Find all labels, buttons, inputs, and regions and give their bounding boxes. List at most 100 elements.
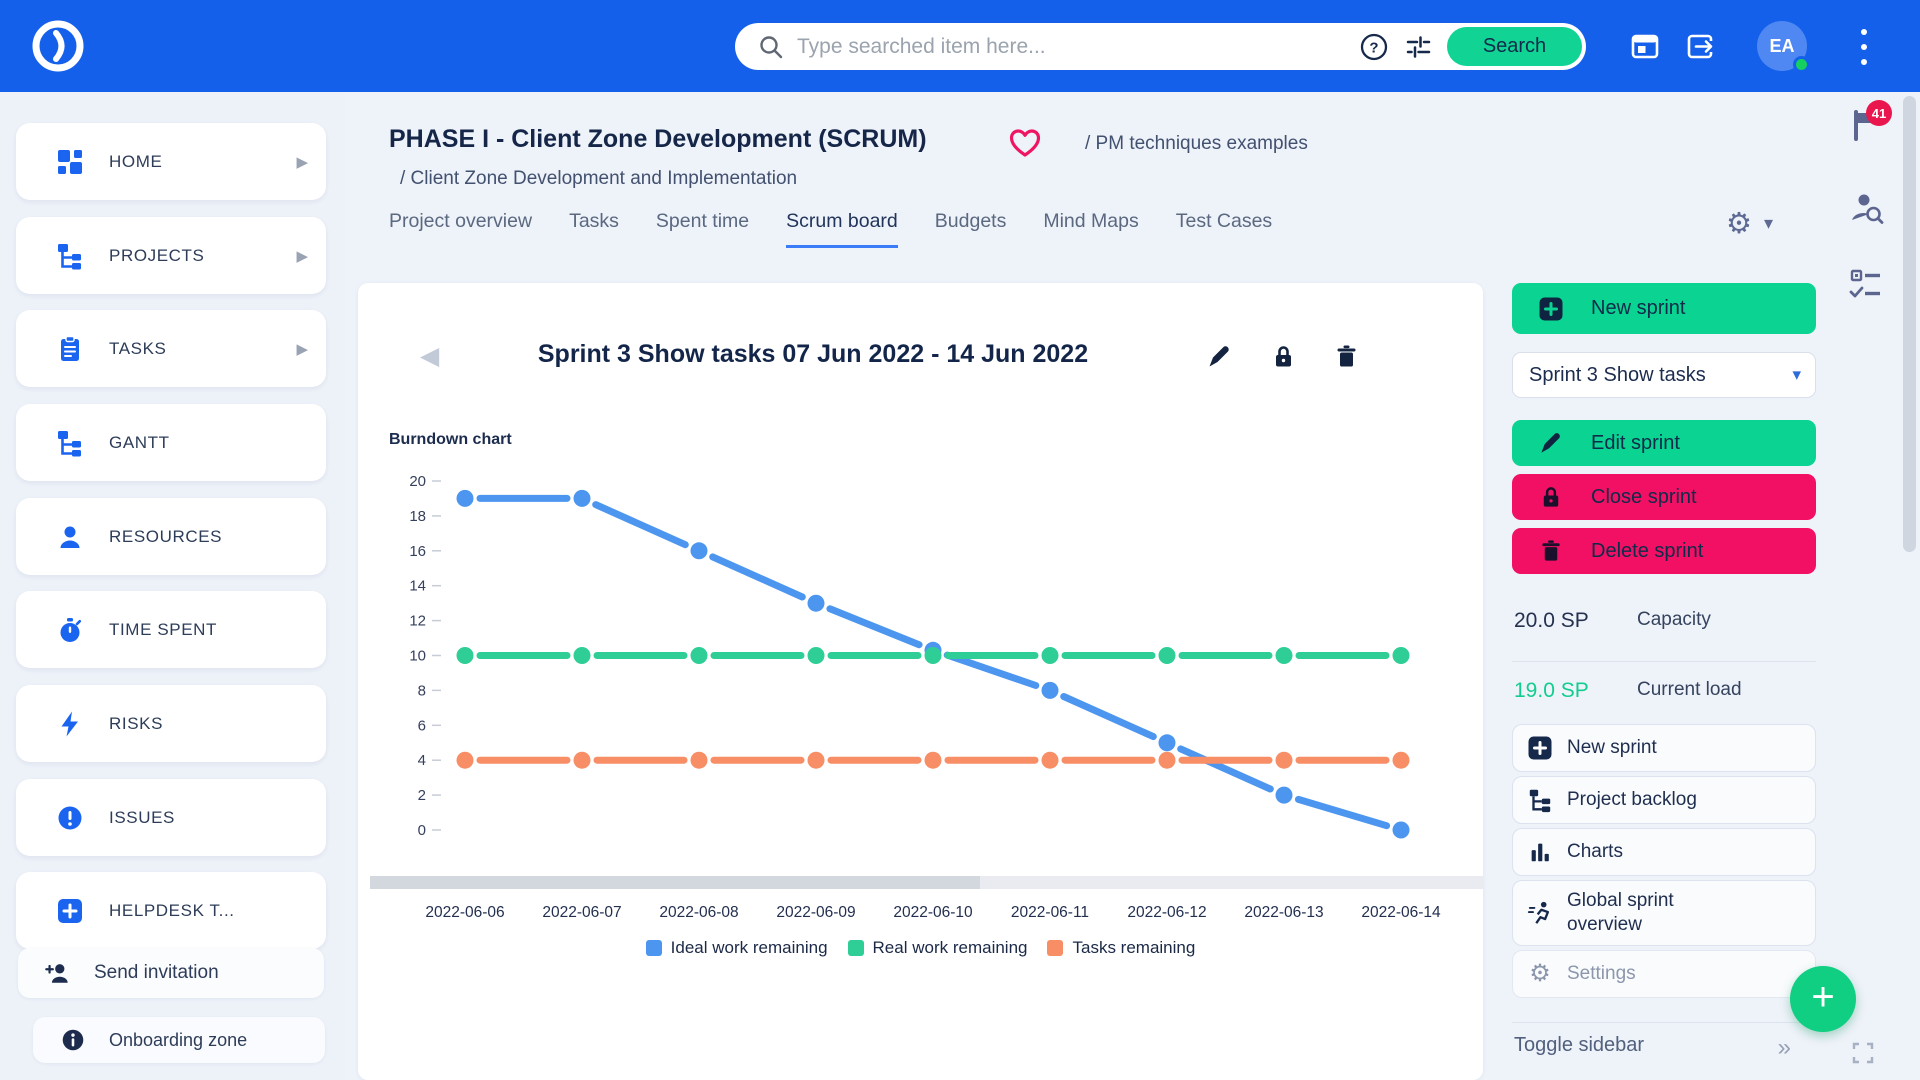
- vertical-scrollbar[interactable]: [1903, 96, 1916, 552]
- capacity-label: Capacity: [1637, 609, 1711, 631]
- current-load-row: 19.0 SP Current load: [1514, 679, 1816, 703]
- search-button[interactable]: Search: [1447, 27, 1582, 66]
- tab-scrum-board[interactable]: Scrum board: [786, 210, 898, 248]
- clipboard-icon: [56, 335, 84, 363]
- sidebar-item-gantt[interactable]: GANTT: [16, 404, 326, 481]
- sidebar-item-projects[interactable]: PROJECTS▶: [16, 217, 326, 294]
- info-icon: [61, 1028, 85, 1052]
- svg-text:4: 4: [418, 752, 426, 769]
- sidebar-item-risks[interactable]: RISKS: [16, 685, 326, 762]
- legend-ideal: Ideal work remaining: [646, 938, 828, 958]
- legend-tasks: Tasks remaining: [1047, 938, 1195, 958]
- svg-text:2022-06-10: 2022-06-10: [893, 904, 973, 921]
- legend-real: Real work remaining: [848, 938, 1028, 958]
- delete-sprint-trash-icon[interactable]: [1333, 343, 1360, 370]
- search-input[interactable]: [797, 35, 1359, 59]
- left-sidebar: HOME▶ PROJECTS▶ TASKS▶ GANTT RESOURCES: [0, 92, 345, 1080]
- breadcrumb-project-group[interactable]: / PM techniques examples: [1085, 133, 1308, 155]
- edit-sprint-pencil-icon[interactable]: [1206, 343, 1233, 370]
- svg-text:2: 2: [418, 787, 426, 804]
- plus-square-icon: [1538, 296, 1564, 322]
- divider: [1512, 661, 1816, 662]
- sidebar-item-home[interactable]: HOME▶: [16, 123, 326, 200]
- more-menu-icon[interactable]: [1858, 29, 1870, 65]
- lock-icon: [1538, 484, 1564, 510]
- sidebar-item-time-spent[interactable]: TIME SPENT: [16, 591, 326, 668]
- person-search-icon[interactable]: [1848, 190, 1886, 228]
- tab-test-cases[interactable]: Test Cases: [1176, 210, 1272, 248]
- panel-item-settings[interactable]: ⚙ Settings: [1512, 950, 1816, 998]
- toggle-sidebar[interactable]: Toggle sidebar »: [1514, 1034, 1816, 1057]
- edit-sprint-button[interactable]: Edit sprint: [1512, 420, 1816, 466]
- legend-swatch-real: [848, 940, 864, 956]
- checklist-icon[interactable]: [1848, 268, 1884, 302]
- svg-text:2022-06-13: 2022-06-13: [1244, 904, 1323, 921]
- filter-tune-icon[interactable]: [1403, 32, 1433, 62]
- user-avatar[interactable]: EA: [1757, 21, 1807, 71]
- gantt-tree-icon: [56, 429, 84, 457]
- stopwatch-icon: [56, 616, 84, 644]
- svg-text:2022-06-12: 2022-06-12: [1127, 904, 1206, 921]
- svg-text:8: 8: [418, 682, 426, 699]
- svg-text:10: 10: [409, 648, 426, 665]
- exit-icon[interactable]: [1684, 30, 1716, 62]
- plus-square-icon: [1527, 735, 1553, 761]
- chart-legend: Ideal work remaining Real work remaining…: [358, 938, 1483, 958]
- tab-settings-caret-icon[interactable]: ▾: [1764, 213, 1773, 234]
- fullscreen-icon[interactable]: [1851, 1041, 1875, 1065]
- help-icon[interactable]: ?: [1359, 32, 1389, 62]
- tab-project-overview[interactable]: Project overview: [389, 210, 532, 248]
- global-search: ? Search: [735, 23, 1586, 70]
- search-icon: [757, 33, 785, 61]
- tab-budgets[interactable]: Budgets: [935, 210, 1007, 248]
- avatar-initials: EA: [1769, 36, 1794, 57]
- person-add-icon: [44, 960, 70, 986]
- close-sprint-button[interactable]: Close sprint: [1512, 474, 1816, 520]
- delete-sprint-button[interactable]: Delete sprint: [1512, 528, 1816, 574]
- tab-mind-maps[interactable]: Mind Maps: [1043, 210, 1138, 248]
- tab-settings-gear-icon[interactable]: ⚙: [1726, 206, 1752, 241]
- project-tabs: Project overview Tasks Spent time Scrum …: [389, 210, 1272, 248]
- sidebar-item-helpdesk[interactable]: HELPDESK T...: [16, 872, 326, 949]
- panel-item-new-sprint[interactable]: New sprint: [1512, 724, 1816, 772]
- topbar: ? Search EA: [0, 0, 1920, 92]
- svg-text:0: 0: [418, 822, 426, 839]
- flag-count-badge: 41: [1866, 100, 1892, 126]
- chevron-right-icon: ▶: [296, 153, 308, 171]
- plus-square-icon: [56, 897, 84, 925]
- previous-sprint-icon[interactable]: ◀: [420, 341, 439, 371]
- backlog-tree-icon: [1527, 787, 1553, 813]
- capacity-value: 20.0 SP: [1514, 609, 1589, 633]
- double-chevron-right-icon: »: [1778, 1034, 1788, 1062]
- panel-item-charts[interactable]: Charts: [1512, 828, 1816, 876]
- svg-text:18: 18: [409, 508, 426, 525]
- lock-sprint-icon[interactable]: [1270, 343, 1297, 370]
- tab-spent-time[interactable]: Spent time: [656, 210, 749, 248]
- breadcrumb-subproject[interactable]: / Client Zone Development and Implementa…: [400, 168, 797, 190]
- svg-text:20: 20: [409, 473, 426, 490]
- favorite-heart-icon[interactable]: [1008, 128, 1042, 159]
- svg-text:2022-06-08: 2022-06-08: [659, 904, 738, 921]
- chevron-down-icon: ▾: [1792, 365, 1801, 385]
- sprint-select[interactable]: Sprint 3 Show tasks ▾: [1512, 352, 1816, 398]
- app-logo-icon[interactable]: [29, 17, 87, 75]
- new-sprint-button[interactable]: New sprint: [1512, 283, 1816, 334]
- tab-tasks[interactable]: Tasks: [569, 210, 619, 248]
- panel-item-global-sprint-overview[interactable]: Global sprint overview: [1512, 880, 1816, 946]
- burndown-card: ◀ Sprint 3 Show tasks 07 Jun 2022 - 14 J…: [358, 283, 1483, 1080]
- pencil-icon: [1538, 430, 1564, 456]
- sprint-title: Sprint 3 Show tasks 07 Jun 2022 - 14 Jun…: [448, 340, 1178, 369]
- trash-icon: [1538, 538, 1564, 564]
- onboarding-zone-button[interactable]: Onboarding zone: [33, 1017, 325, 1063]
- send-invitation-button[interactable]: Send invitation: [18, 948, 324, 998]
- sidebar-item-issues[interactable]: ISSUES: [16, 779, 326, 856]
- calendar-icon[interactable]: [1629, 30, 1661, 62]
- capacity-row: 20.0 SP Capacity: [1514, 609, 1816, 633]
- svg-text:2022-06-11: 2022-06-11: [1011, 904, 1089, 921]
- sidebar-item-tasks[interactable]: TASKS▶: [16, 310, 326, 387]
- sidebar-item-resources[interactable]: RESOURCES: [16, 498, 326, 575]
- svg-text:16: 16: [409, 543, 426, 560]
- panel-item-project-backlog[interactable]: Project backlog: [1512, 776, 1816, 824]
- add-fab-button[interactable]: +: [1790, 966, 1856, 1032]
- svg-text:14: 14: [409, 578, 426, 595]
